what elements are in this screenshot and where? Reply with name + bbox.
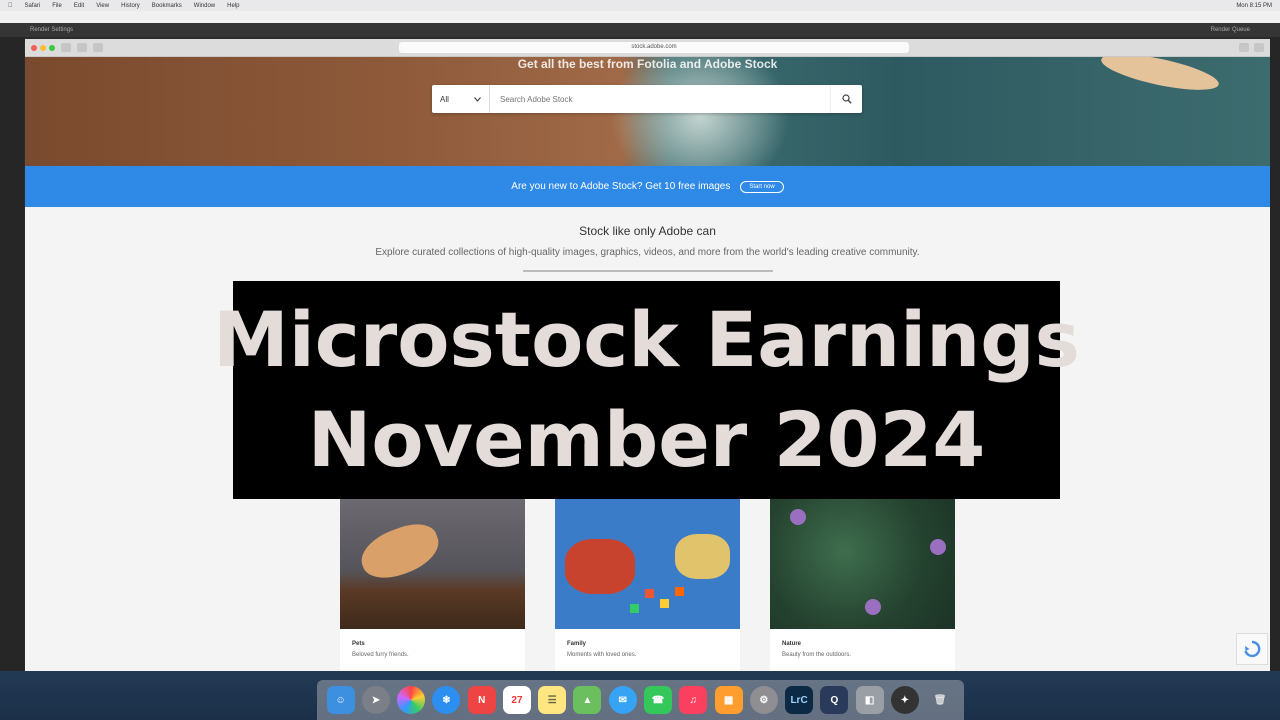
hero-banner: Get all the best from Fotolia and Adobe …: [25, 57, 1270, 166]
card-title: Nature: [782, 641, 802, 647]
notes-icon[interactable]: ☰: [538, 686, 567, 714]
chevron-down-icon: [474, 96, 481, 102]
promo-banner: Are you new to Adobe Stock? Get 10 free …: [25, 166, 1270, 207]
browser-toolbar: stock.adobe.com: [25, 39, 1270, 57]
apple-menu-icon[interactable]: : [8, 3, 13, 9]
promo-text: Are you new to Adobe Stock? Get 10 free …: [511, 181, 731, 192]
title-card: Microstock Earnings November 2024: [213, 281, 1080, 499]
photos-icon[interactable]: [397, 686, 426, 714]
safari-icon[interactable]: ❄: [432, 686, 461, 714]
editor-left-panel: [0, 37, 24, 671]
window-controls: [31, 44, 55, 51]
title-line-1: Microstock Earnings: [213, 295, 1080, 384]
toy-block: [660, 599, 669, 608]
card-title: Family: [567, 641, 587, 647]
zoom-window-button[interactable]: [49, 44, 55, 51]
back-button[interactable]: [61, 43, 71, 52]
share-button[interactable]: [1239, 43, 1249, 52]
menu-item[interactable]: View: [96, 3, 109, 9]
recaptcha-icon: [1244, 640, 1261, 658]
render-queue-button[interactable]: Render Queue: [1211, 27, 1250, 33]
search-scope-label: All: [440, 94, 449, 104]
hero-tagline: Get all the best from Fotolia and Adobe …: [517, 57, 778, 71]
search-button[interactable]: [830, 85, 862, 113]
flower-graphic: [790, 509, 806, 525]
menu-item[interactable]: Window: [194, 3, 215, 9]
card-description: Beloved furry friends.: [352, 652, 409, 658]
title-line-2: November 2024: [307, 395, 986, 484]
editor-toolbar: Render Settings Render Queue: [0, 23, 1280, 37]
menu-item[interactable]: Edit: [74, 3, 84, 9]
start-now-button[interactable]: Start now: [740, 180, 784, 193]
section-divider: [522, 270, 773, 272]
menu-bar:  Safari File Edit View History Bookmark…: [0, 0, 1280, 11]
collection-cards: Pets Beloved furry friends. Family Momen…: [340, 499, 955, 671]
kitten-graphic: [354, 516, 446, 587]
card-description: Moments with loved ones.: [567, 652, 637, 658]
menu-item[interactable]: File: [52, 3, 62, 9]
search-input[interactable]: [490, 85, 830, 113]
maps-icon[interactable]: ▲: [573, 686, 602, 714]
sidebar-toggle-button[interactable]: [93, 43, 103, 52]
toy-block: [675, 587, 684, 596]
books-icon[interactable]: ▦: [714, 686, 743, 714]
child-graphic: [675, 534, 730, 579]
lightroom-classic-icon[interactable]: LrC: [785, 686, 814, 714]
menu-item[interactable]: Help: [227, 3, 239, 9]
facetime-icon[interactable]: ☎: [644, 686, 673, 714]
search-scope-dropdown[interactable]: All: [432, 85, 490, 113]
child-graphic: [565, 539, 635, 594]
launchpad-icon[interactable]: ➤: [361, 686, 390, 714]
collection-card-pets[interactable]: Pets Beloved furry friends.: [340, 499, 525, 671]
davinci-resolve-icon[interactable]: ✦: [890, 686, 919, 714]
editor-title-bar: [0, 11, 1280, 23]
preview-icon[interactable]: ◧: [855, 686, 884, 714]
search-icon: [841, 94, 852, 104]
pets-image: [340, 499, 525, 629]
editor-right-panel: [1270, 37, 1280, 671]
flower-graphic: [930, 539, 946, 555]
menu-item[interactable]: History: [121, 3, 140, 9]
search-bar: All: [432, 85, 862, 113]
quicktime-icon[interactable]: Q: [820, 686, 849, 714]
minimize-window-button[interactable]: [40, 44, 46, 51]
toy-block: [630, 604, 639, 613]
finder-icon[interactable]: ☺: [326, 686, 355, 714]
forward-button[interactable]: [77, 43, 87, 52]
collection-card-family[interactable]: Family Moments with loved ones.: [555, 499, 740, 671]
tabs-overview-button[interactable]: [1254, 43, 1264, 52]
recaptcha-badge[interactable]: [1236, 633, 1268, 665]
nature-image: [770, 499, 955, 629]
menu-item[interactable]: Safari: [25, 3, 41, 9]
menubar-clock[interactable]: Mon 8:15 PM: [1236, 3, 1272, 9]
section-subtitle: Explore curated collections of high-qual…: [375, 247, 920, 258]
messages-icon[interactable]: ✉: [608, 686, 637, 714]
address-bar[interactable]: stock.adobe.com: [399, 42, 909, 53]
calendar-icon[interactable]: 27: [502, 686, 531, 714]
menu-item[interactable]: Bookmarks: [152, 3, 182, 9]
flower-graphic: [865, 599, 881, 615]
music-icon[interactable]: ♫: [679, 686, 708, 714]
section-title: Stock like only Adobe can: [579, 224, 716, 238]
news-icon[interactable]: N: [467, 686, 496, 714]
dock: ☺ ➤ ❄ N 27 ☰ ▲ ✉ ☎ ♫ ▦ ⚙ LrC Q ◧ ✦ 🗑: [317, 680, 964, 720]
collection-card-nature[interactable]: Nature Beauty from the outdoors.: [770, 499, 955, 671]
card-description: Beauty from the outdoors.: [782, 652, 852, 658]
toy-block: [645, 589, 654, 598]
close-window-button[interactable]: [31, 44, 37, 51]
trash-icon[interactable]: 🗑: [926, 686, 954, 714]
family-image: [555, 499, 740, 629]
card-title: Pets: [352, 641, 365, 647]
system-preferences-icon[interactable]: ⚙: [749, 686, 778, 714]
render-settings-button[interactable]: Render Settings: [30, 27, 73, 33]
